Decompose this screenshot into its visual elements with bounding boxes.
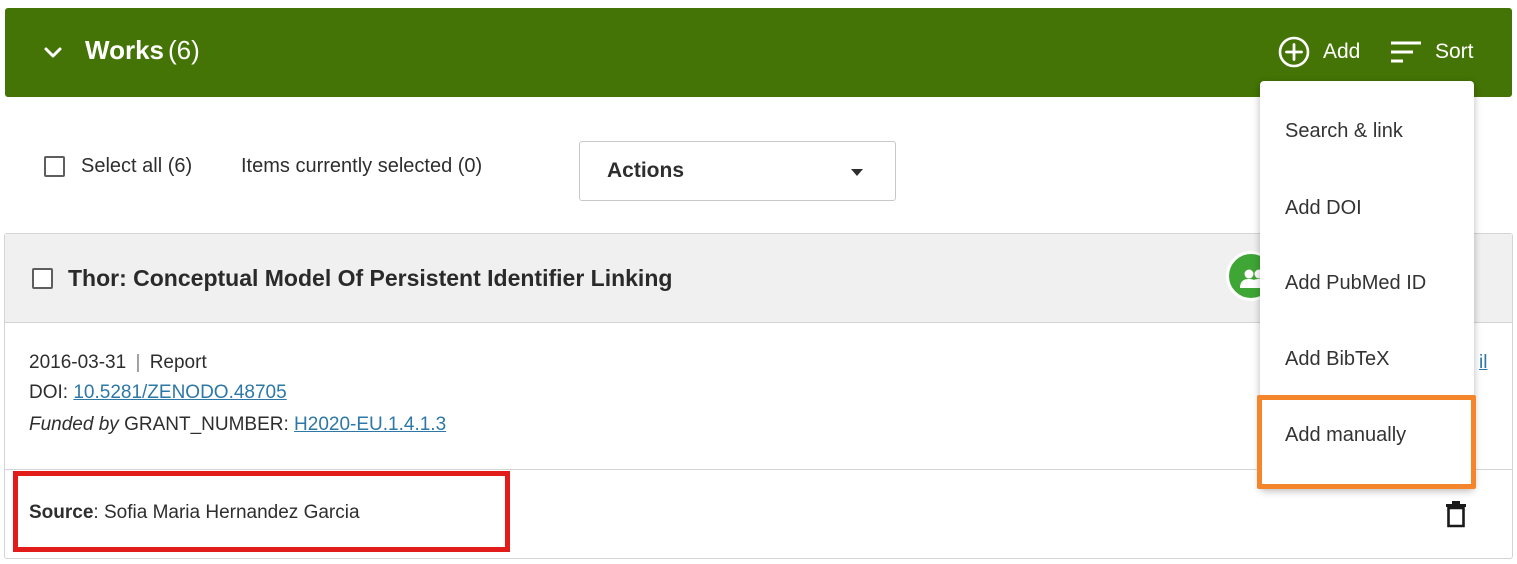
sort-button-label: Sort — [1435, 40, 1474, 63]
trash-icon[interactable] — [1445, 500, 1467, 528]
plus-circle-icon — [1278, 36, 1310, 68]
menu-item-add-bibtex[interactable]: Add BibTeX — [1260, 321, 1474, 397]
add-manually-highlight-box — [1257, 395, 1476, 489]
grant-label: GRANT_NUMBER: — [124, 414, 289, 435]
chevron-down-icon[interactable] — [43, 46, 63, 60]
works-title[interactable]: Works (6) — [85, 35, 200, 66]
doi-link[interactable]: 10.5281/ZENODO.48705 — [73, 382, 286, 403]
sort-icon — [1391, 41, 1421, 63]
work-select-checkbox[interactable] — [32, 268, 53, 289]
source-highlight-box — [13, 471, 510, 552]
show-details-link[interactable]: il — [1479, 352, 1487, 374]
actions-dropdown[interactable]: Actions — [579, 141, 896, 201]
work-title: Thor: Conceptual Model Of Persistent Ide… — [68, 265, 673, 291]
doi-label: DOI: — [29, 382, 69, 403]
funded-by-label: Funded by — [29, 414, 119, 435]
select-all-label: Select all (6) — [81, 155, 193, 177]
menu-item-add-pubmed-id[interactable]: Add PubMed ID — [1260, 245, 1474, 321]
select-all-checkbox[interactable] — [44, 156, 65, 177]
actions-dropdown-label: Actions — [607, 159, 685, 182]
menu-item-search-link[interactable]: Search & link — [1260, 93, 1474, 169]
works-count: (6) — [168, 35, 200, 65]
work-date: 2016-03-31 — [29, 352, 127, 373]
works-title-text: Works — [85, 35, 164, 65]
separator: | — [135, 352, 141, 373]
work-date-type: 2016-03-31 | Report — [29, 352, 207, 374]
menu-item-add-doi[interactable]: Add DOI — [1260, 170, 1474, 246]
caret-down-icon — [851, 169, 863, 176]
add-button-label: Add — [1323, 40, 1361, 63]
sort-button[interactable]: Sort — [1389, 34, 1474, 70]
work-type: Report — [149, 352, 207, 373]
grant-link[interactable]: H2020-EU.1.4.1.3 — [294, 414, 446, 435]
items-selected-label: Items currently selected (0) — [241, 155, 483, 177]
select-all-control[interactable]: Select all (6) — [44, 155, 192, 178]
add-button[interactable]: Add — [1277, 34, 1360, 70]
work-funding: Funded by GRANT_NUMBER: H2020-EU.1.4.1.3 — [29, 414, 446, 436]
work-doi: DOI: 10.5281/ZENODO.48705 — [29, 382, 287, 404]
